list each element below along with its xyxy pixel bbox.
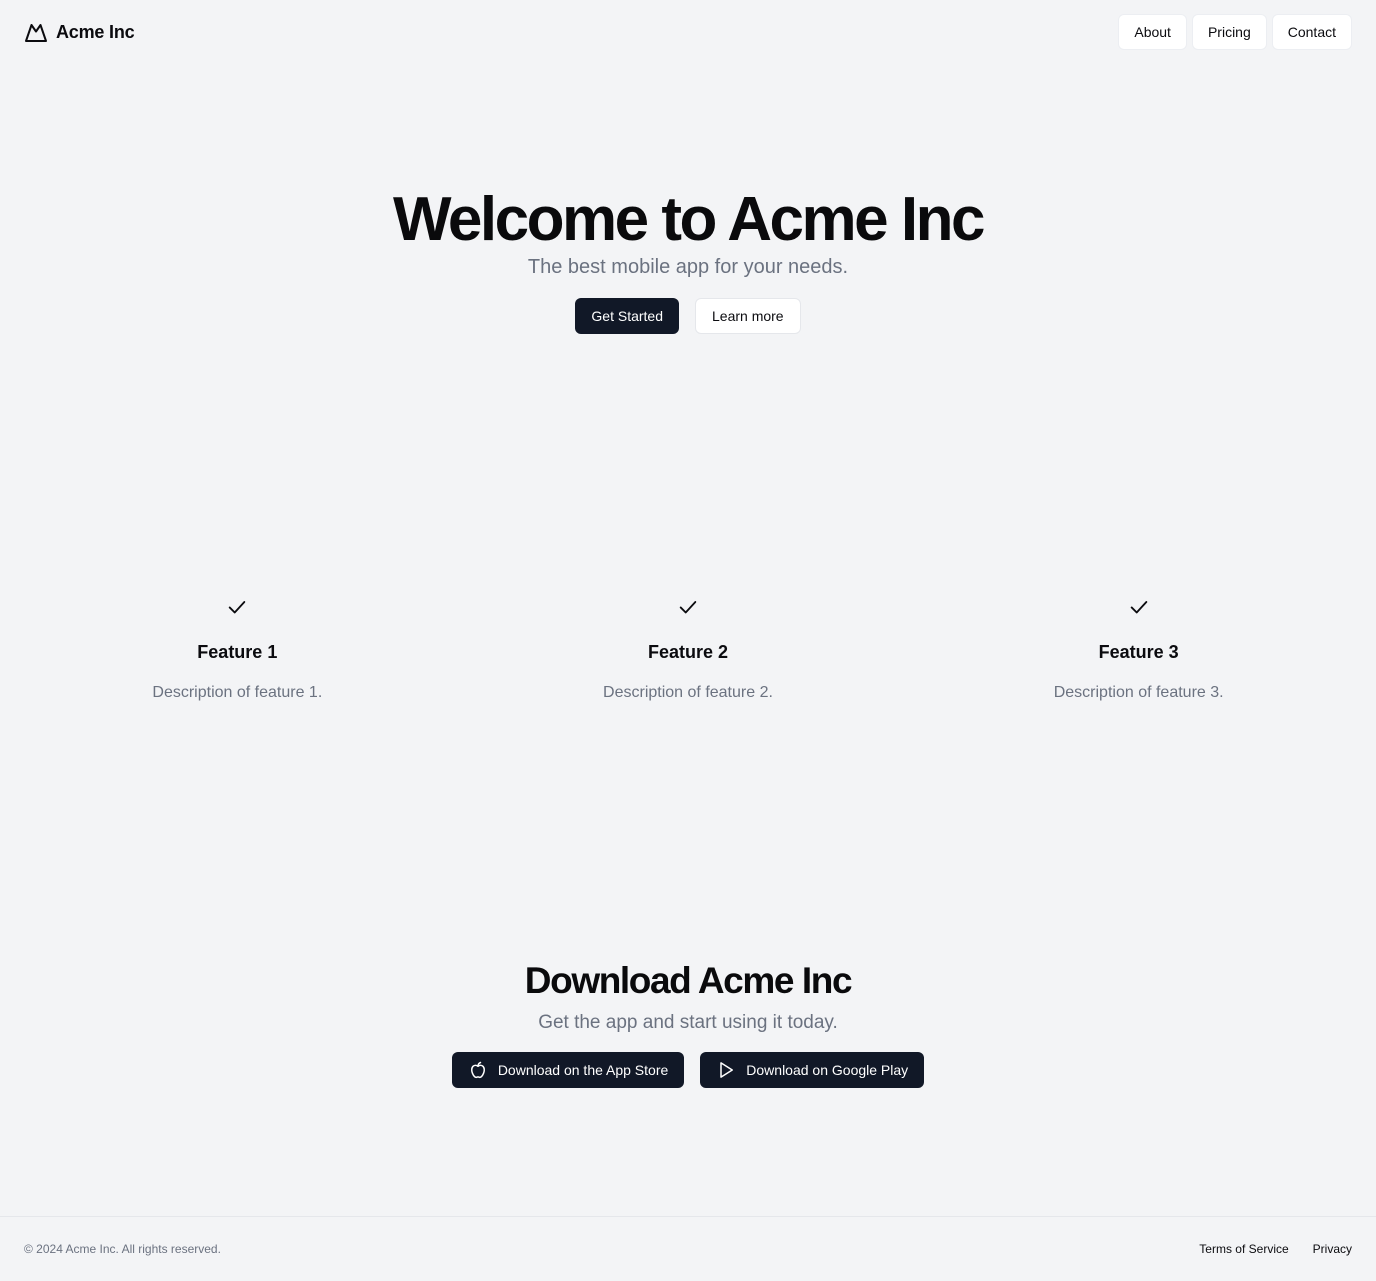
download-actions: Download on the App Store Download on Go… — [451, 1052, 925, 1088]
site-header: Acme Inc About Pricing Contact — [0, 0, 1376, 64]
hero-section: Welcome to Acme Inc The best mobile app … — [0, 180, 1376, 334]
feature-description: Description of feature 1. — [152, 684, 323, 701]
footer-links: Terms of Service Privacy — [1199, 1242, 1352, 1256]
feature-description: Description of feature 3. — [1053, 684, 1224, 701]
google-play-button[interactable]: Download on Google Play — [700, 1052, 925, 1088]
learn-more-button[interactable]: Learn more — [695, 298, 801, 334]
check-icon — [229, 601, 246, 614]
play-icon — [720, 1062, 734, 1078]
hero-actions: Get Started Learn more — [575, 298, 801, 334]
nav-contact-button[interactable]: Contact — [1271, 14, 1352, 50]
check-icon — [1130, 601, 1147, 614]
download-subtitle: Get the app and start using it today. — [538, 1012, 838, 1033]
download-section: Download Acme Inc Get the app and start … — [0, 958, 1376, 1088]
features-section: Feature 1 Description of feature 1. Feat… — [12, 596, 1364, 704]
landing-page: Acme Inc About Pricing Contact Welcome t… — [0, 0, 1376, 1281]
hero-title: Welcome to Acme Inc — [393, 185, 985, 254]
check-icon — [679, 601, 697, 614]
feature-title: Feature 3 — [1098, 642, 1179, 662]
privacy-link[interactable]: Privacy — [1313, 1242, 1352, 1256]
copyright-text: © 2024 Acme Inc. All rights reserved. — [24, 1242, 221, 1256]
feature-card: Feature 2 Description of feature 2. — [463, 596, 914, 704]
nav-about-button[interactable]: About — [1118, 14, 1187, 50]
download-title: Download Acme Inc — [524, 960, 853, 1001]
feature-description: Description of feature 2. — [603, 684, 773, 701]
feature-card: Feature 1 Description of feature 1. — [12, 596, 463, 704]
brand-name: Acme Inc — [56, 21, 135, 42]
brand-link[interactable]: Acme Inc — [24, 20, 135, 44]
feature-title: Feature 1 — [197, 642, 278, 662]
app-store-button[interactable]: Download on the App Store — [451, 1052, 685, 1088]
get-started-button[interactable]: Get Started — [575, 298, 679, 334]
apple-icon — [470, 1061, 485, 1079]
main-nav: About Pricing Contact — [1118, 14, 1352, 50]
feature-title: Feature 2 — [647, 642, 729, 662]
site-footer: © 2024 Acme Inc. All rights reserved. Te… — [0, 1216, 1376, 1281]
app-store-label: Download on the App Store — [497, 1062, 669, 1078]
feature-card: Feature 3 Description of feature 3. — [913, 596, 1364, 704]
mountain-logo-icon — [25, 24, 47, 42]
terms-of-service-link[interactable]: Terms of Service — [1199, 1242, 1288, 1256]
google-play-label: Download on Google Play — [746, 1062, 909, 1078]
hero-subtitle: The best mobile app for your needs. — [527, 256, 849, 278]
nav-pricing-button[interactable]: Pricing — [1191, 14, 1267, 50]
